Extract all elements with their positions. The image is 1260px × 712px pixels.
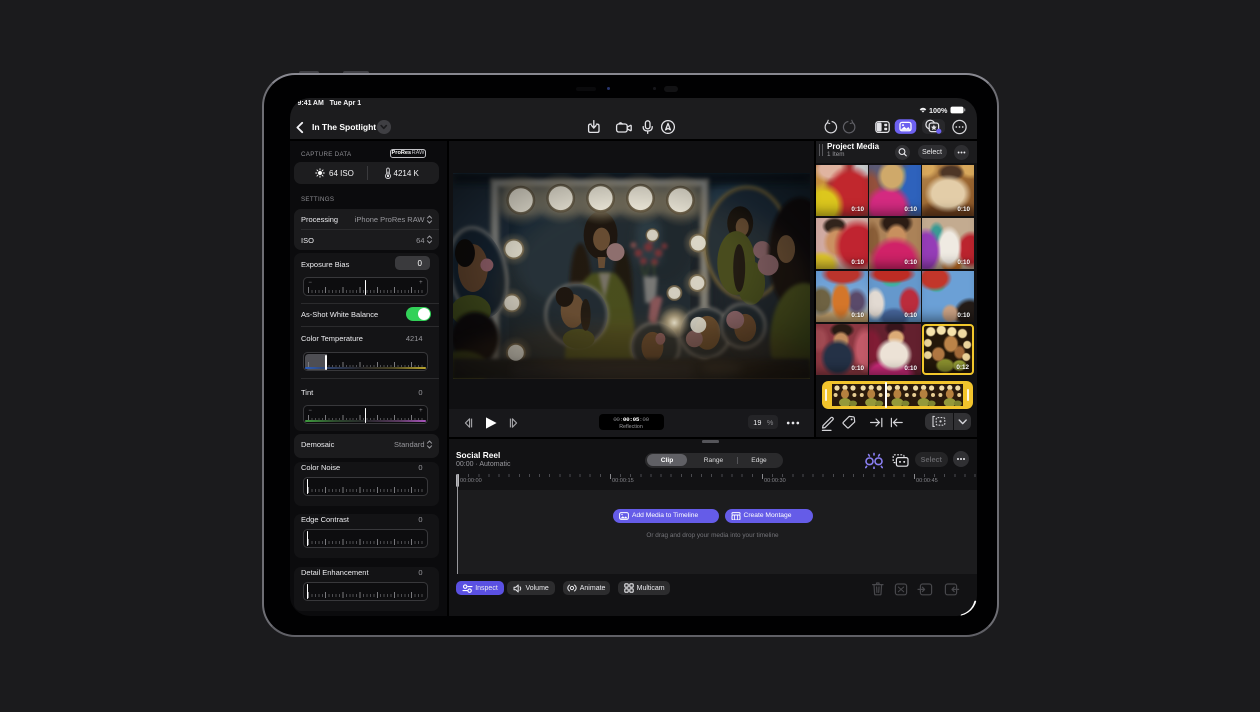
svg-text:100%: 100% (929, 105, 948, 114)
